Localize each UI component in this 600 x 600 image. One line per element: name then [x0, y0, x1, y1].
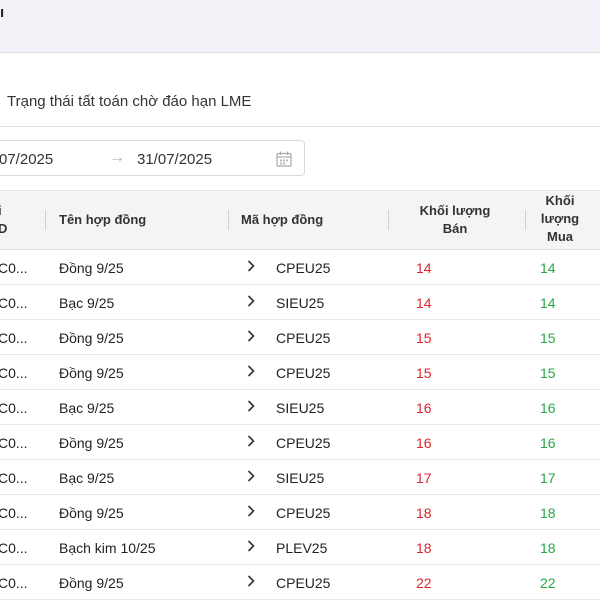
cell-sell-volume: 15 [416, 365, 432, 381]
column-buy-volume-header-line2[interactable]: lượng [535, 210, 585, 228]
column-divider [45, 210, 46, 230]
table-row[interactable]: C0... Đồng 9/25 CPEU25 14 14 [0, 250, 600, 285]
cell-sell-volume: 22 [416, 575, 432, 591]
cell-contract-name: Đồng 9/25 [59, 435, 124, 451]
cell-buy-volume: 22 [540, 575, 556, 591]
cell-sell-volume: 15 [416, 330, 432, 346]
chevron-right-icon[interactable] [244, 574, 258, 588]
cell-id: C0... [0, 400, 28, 416]
date-range-picker[interactable]: 07/2025 → 31/07/2025 [0, 140, 305, 176]
column-id-header-line1: i [0, 202, 2, 220]
cell-contract-name: Đồng 9/25 [59, 260, 124, 276]
table-row[interactable]: C0... Bạc 9/25 SIEU25 14 14 [0, 285, 600, 320]
cell-contract-name: Bạc 9/25 [59, 470, 115, 486]
cell-contract-code: CPEU25 [276, 365, 331, 381]
chevron-right-icon[interactable] [244, 294, 258, 308]
cell-contract-code: SIEU25 [276, 470, 325, 486]
cell-buy-volume: 14 [540, 295, 556, 311]
table-row[interactable]: C0... Bạc 9/25 SIEU25 17 17 [0, 460, 600, 495]
column-contract-code-header[interactable]: Mã hợp đồng [241, 211, 323, 229]
column-id-header-line2: D [0, 221, 8, 236]
cell-id: C0... [0, 470, 28, 486]
cell-contract-name: Bạc 9/25 [59, 400, 115, 416]
cell-id: C0... [0, 295, 28, 311]
table-row[interactable]: C0... Đồng 9/25 CPEU25 16 16 [0, 425, 600, 460]
chevron-right-icon[interactable] [244, 399, 258, 413]
cell-contract-name: Bạc 9/25 [59, 295, 115, 311]
column-divider [525, 210, 526, 230]
table-header: i D Tên hợp đồng Mã hợp đồng Khối lượng … [0, 190, 600, 250]
cell-contract-name: Bạch kim 10/25 [59, 540, 156, 556]
table-row[interactable]: C0... Đồng 9/25 CPEU25 15 15 [0, 320, 600, 355]
cell-sell-volume: 18 [416, 540, 432, 556]
cell-sell-volume: 18 [416, 505, 432, 521]
tab-lme-settlement-status[interactable]: Trạng thái tất toán chờ đáo hạn LME [7, 93, 251, 110]
cell-contract-code: SIEU25 [276, 295, 325, 311]
cell-buy-volume: 15 [540, 365, 556, 381]
column-divider [388, 210, 389, 230]
column-contract-name-header[interactable]: Tên hợp đồng [59, 211, 146, 229]
cell-buy-volume: 14 [540, 260, 556, 276]
column-sell-volume-header-line2[interactable]: Bán [410, 220, 500, 238]
cell-buy-volume: 18 [540, 540, 556, 556]
date-range-arrow: → [109, 149, 125, 166]
cell-id: C0... [0, 540, 28, 556]
column-divider [228, 210, 229, 230]
cell-id: C0... [0, 505, 28, 521]
chevron-right-icon[interactable] [244, 504, 258, 518]
cell-sell-volume: 16 [416, 400, 432, 416]
section-divider [0, 126, 600, 127]
cell-sell-volume: 16 [416, 435, 432, 451]
cell-contract-code: PLEV25 [276, 540, 328, 556]
cell-sell-volume: 14 [416, 260, 432, 276]
cell-contract-code: CPEU25 [276, 505, 331, 521]
cell-contract-code: CPEU25 [276, 330, 331, 346]
cell-contract-name: Đồng 9/25 [59, 365, 124, 381]
cell-buy-volume: 17 [540, 470, 556, 486]
table-row[interactable]: C0... Đồng 9/25 CPEU25 22 22 [0, 565, 600, 600]
cell-sell-volume: 17 [416, 470, 432, 486]
cell-id: C0... [0, 330, 28, 346]
cell-buy-volume: 16 [540, 400, 556, 416]
column-sell-volume-header-line1[interactable]: Khối lượng [410, 202, 500, 220]
calendar-icon[interactable] [275, 150, 293, 168]
chevron-right-icon[interactable] [244, 329, 258, 343]
chevron-right-icon[interactable] [244, 259, 258, 273]
cell-contract-code: CPEU25 [276, 575, 331, 591]
cell-buy-volume: 18 [540, 505, 556, 521]
chevron-right-icon[interactable] [244, 469, 258, 483]
cell-contract-code: CPEU25 [276, 260, 331, 276]
date-start-input[interactable]: 07/2025 [0, 151, 53, 168]
table-row[interactable]: C0... Bạch kim 10/25 PLEV25 18 18 [0, 530, 600, 565]
column-buy-volume-header-line1[interactable]: Khối [535, 192, 585, 210]
date-end-input[interactable]: 31/07/2025 [137, 151, 212, 168]
cell-contract-code: CPEU25 [276, 435, 331, 451]
column-buy-volume-header-line3[interactable]: Mua [535, 228, 585, 246]
cell-contract-name: Đồng 9/25 [59, 575, 124, 591]
table-row[interactable]: C0... Đồng 9/25 CPEU25 15 15 [0, 355, 600, 390]
chevron-right-icon[interactable] [244, 434, 258, 448]
table-row[interactable]: C0... Đồng 9/25 CPEU25 18 18 [0, 495, 600, 530]
cell-id: C0... [0, 575, 28, 591]
cell-sell-volume: 14 [416, 295, 432, 311]
cell-contract-name: Đồng 9/25 [59, 505, 124, 521]
cell-id: C0... [0, 260, 28, 276]
cell-buy-volume: 15 [540, 330, 556, 346]
cell-contract-code: SIEU25 [276, 400, 325, 416]
chevron-right-icon[interactable] [244, 539, 258, 553]
cell-id: C0... [0, 435, 28, 451]
cell-buy-volume: 16 [540, 435, 556, 451]
top-bar-title: ı [0, 4, 5, 21]
chevron-right-icon[interactable] [244, 364, 258, 378]
cell-contract-name: Đồng 9/25 [59, 330, 124, 346]
top-bar: ı [0, 0, 600, 53]
table-row[interactable]: C0... Bạc 9/25 SIEU25 16 16 [0, 390, 600, 425]
cell-id: C0... [0, 365, 28, 381]
